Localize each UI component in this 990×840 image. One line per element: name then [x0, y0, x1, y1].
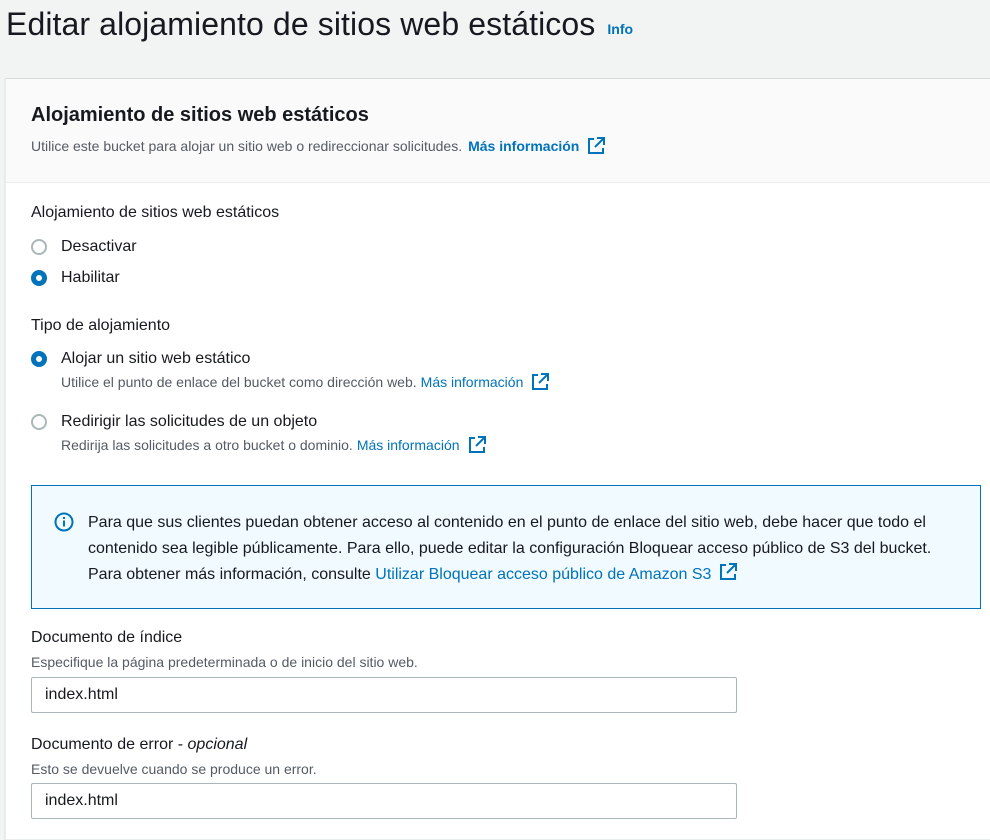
block-public-access-link-label: Utilizar Bloquear acceso público de Amaz… [375, 566, 712, 583]
radio-host-static-site-description: Utilice el punto de enlace del bucket co… [61, 372, 550, 392]
host-static-site-description-text: Utilice el punto de enlace del bucket co… [61, 374, 417, 390]
panel-title: Alojamiento de sitios web estáticos [31, 104, 369, 126]
host-static-site-more-info-link[interactable]: Más información [421, 372, 550, 392]
public-access-info-alert: Para que sus clientes puedan obtener acc… [31, 485, 981, 609]
radio-redirect-requests-control[interactable] [31, 414, 47, 430]
panel-more-info-label: Más información [468, 138, 580, 154]
redirect-requests-more-info-label: Más información [356, 437, 460, 453]
error-document-hint: Esto se devuelve cuando se produce un er… [31, 761, 317, 777]
index-document-label: Documento de índice [31, 629, 183, 646]
hosting-label: Alojamiento de sitios web estáticos [31, 204, 280, 221]
radio-enable-label: Habilitar [61, 269, 120, 286]
alert-message: Para que sus clientes puedan obtener acc… [88, 510, 950, 608]
panel-description-text: Utilice este bucket para alojar un sitio… [31, 138, 463, 154]
error-document-input[interactable] [31, 783, 737, 819]
panel-description: Utilice este bucket para alojar un sitio… [31, 137, 971, 155]
radio-redirect-requests-label: Redirigir las solicitudes de un objeto [61, 413, 318, 430]
radio-enable-control[interactable] [31, 270, 47, 286]
radio-disable-control[interactable] [31, 239, 47, 255]
hosting-type-label: Tipo de alojamiento [31, 317, 171, 334]
radio-redirect-requests-description: Redirija las solicitudes a otro bucket o… [61, 435, 486, 455]
radio-host-static-site[interactable]: Alojar un sitio web estático Utilice el … [31, 348, 550, 392]
info-link[interactable]: Info [607, 21, 633, 37]
radio-host-static-site-control[interactable] [31, 351, 47, 367]
external-link-icon [588, 137, 606, 154]
panel-more-info-link[interactable]: Más información [468, 137, 606, 155]
radio-enable[interactable]: Habilitar [31, 267, 120, 289]
radio-disable-label: Desactivar [61, 238, 137, 255]
redirect-requests-description-text: Redirija las solicitudes a otro bucket o… [61, 437, 353, 453]
radio-host-static-site-label: Alojar un sitio web estático [61, 350, 251, 367]
redirect-requests-more-info-link[interactable]: Más información [357, 435, 486, 455]
page-header: Editar alojamiento de sitios web estátic… [6, 0, 633, 48]
error-document-label-text: Documento de error - [31, 736, 188, 753]
info-circle-icon [54, 512, 74, 532]
static-hosting-panel: Alojamiento de sitios web estáticos Util… [5, 78, 990, 840]
index-document-input[interactable] [31, 677, 737, 713]
panel-header: Alojamiento de sitios web estáticos Util… [6, 79, 990, 183]
page-title: Editar alojamiento de sitios web estátic… [6, 5, 596, 42]
radio-disable[interactable]: Desactivar [31, 236, 137, 258]
host-static-site-more-info-label: Más información [420, 374, 524, 390]
external-link-icon [468, 436, 486, 453]
radio-redirect-requests[interactable]: Redirigir las solicitudes de un objeto R… [31, 411, 486, 455]
error-document-optional: opcional [187, 736, 248, 753]
block-public-access-link[interactable]: Utilizar Bloquear acceso público de Amaz… [375, 563, 738, 583]
external-link-icon [720, 563, 738, 580]
index-document-hint: Especifique la página predeterminada o d… [31, 654, 418, 670]
external-link-icon [532, 373, 550, 390]
error-document-label: Documento de error - opcional [31, 736, 247, 754]
